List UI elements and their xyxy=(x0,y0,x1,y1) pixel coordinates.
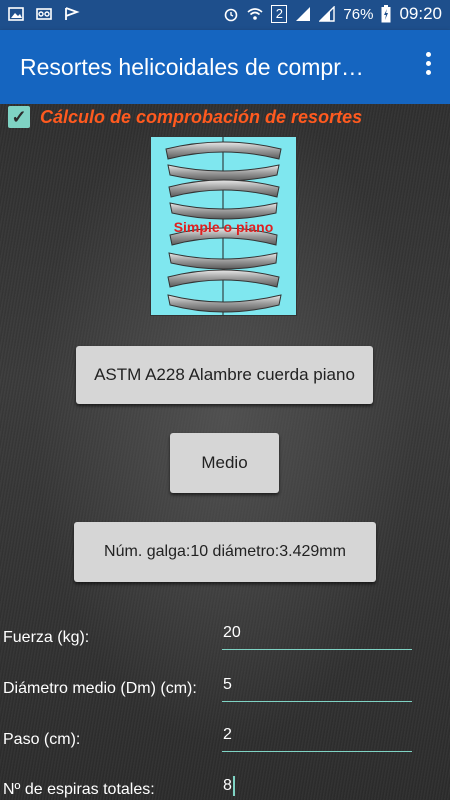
mean-diameter-value: 5 xyxy=(223,676,232,693)
check-calculation-label: Cálculo de comprobación de resortes xyxy=(40,106,363,127)
pitch-input[interactable]: 2 xyxy=(222,722,412,752)
page-title: Resortes helicoidales de compr… xyxy=(20,54,364,80)
force-value: 20 xyxy=(223,624,241,641)
pitch-label: Paso (cm): xyxy=(3,731,81,748)
app-bar: Resortes helicoidales de compr… xyxy=(0,30,450,104)
spring-image: Simple o piano xyxy=(150,136,297,316)
alarm-icon xyxy=(225,8,238,22)
pitch-value: 2 xyxy=(223,726,232,743)
more-vert-icon-dot xyxy=(425,70,431,75)
force-label: Fuerza (kg): xyxy=(3,629,90,646)
battery-charging-icon xyxy=(381,5,391,23)
voicemail-icon xyxy=(36,8,52,20)
total-coils-label: Nº de espiras totales: xyxy=(3,781,155,798)
sim-slot-badge: 2 xyxy=(271,5,288,23)
signal-icon xyxy=(296,7,311,21)
material-button[interactable]: ASTM A228 Alambre cuerda piano xyxy=(76,346,373,404)
flag-notification-icon xyxy=(65,7,80,20)
text-cursor xyxy=(232,776,235,796)
total-coils-input[interactable]: 8 xyxy=(222,772,412,800)
mean-diameter-input[interactable]: 5 xyxy=(222,672,412,702)
more-vert-icon-dot xyxy=(425,61,431,66)
spring-type-caption: Simple o piano xyxy=(173,219,274,235)
more-vert-icon xyxy=(425,52,431,57)
check-calculation-checkbox[interactable]: ✓ xyxy=(8,106,30,128)
service-level-button[interactable]: Medio xyxy=(170,433,279,493)
signal-2-icon xyxy=(319,6,336,22)
battery-percent: 76% xyxy=(343,5,374,23)
mean-diameter-label: Diámetro medio (Dm) (cm): xyxy=(3,680,197,697)
force-input[interactable]: 20 xyxy=(222,620,412,650)
wifi-icon xyxy=(247,8,263,20)
check-calculation-row[interactable]: ✓ Cálculo de comprobación de resortes xyxy=(8,104,362,130)
total-coils-value: 8 xyxy=(223,777,232,795)
status-bar: 2 76% 09:20 xyxy=(0,0,450,30)
gallery-notification-icon xyxy=(8,7,24,21)
wire-gauge-button[interactable]: Núm. galga:10 diámetro:3.429mm xyxy=(74,522,376,582)
clock: 09:20 xyxy=(399,4,442,23)
overflow-menu-button[interactable] xyxy=(418,52,438,82)
